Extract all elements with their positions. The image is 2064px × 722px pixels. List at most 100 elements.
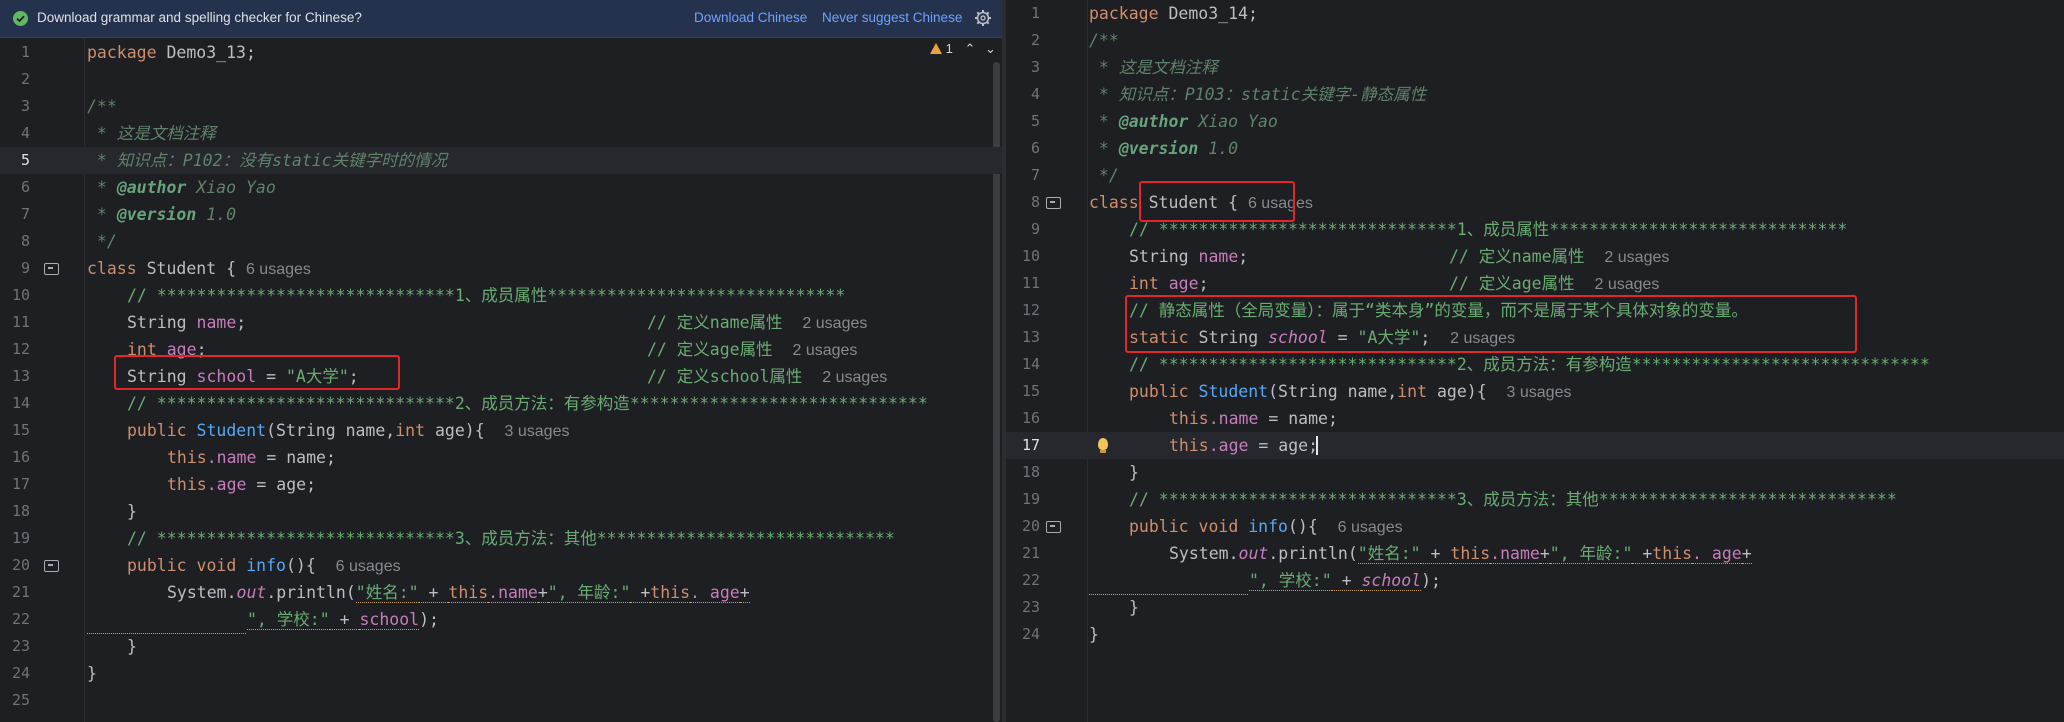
this-keyword: this <box>1652 544 1693 564</box>
usages-hint[interactable]: 2 usages <box>822 369 887 386</box>
section-comment: // ******************************1、成员属性*… <box>1129 220 1848 239</box>
field-name: .age <box>1208 436 1249 455</box>
usages-hint[interactable]: 6 usages <box>336 558 401 575</box>
usages-hint[interactable]: 6 usages <box>246 261 311 278</box>
line-number: 5 <box>20 151 30 169</box>
code-line: 23 } <box>0 633 1002 660</box>
version-number: 1.0 <box>1198 139 1239 158</box>
close-brace: } <box>1129 463 1139 482</box>
static-field-name: school <box>1268 328 1328 347</box>
line-number: 10 <box>1021 247 1040 265</box>
line-comment: // 定义name属性 <box>1449 247 1585 266</box>
usages-hint[interactable]: 6 usages <box>1338 519 1403 536</box>
static-field-name: school <box>1361 571 1422 591</box>
usages-hint[interactable]: 3 usages <box>505 423 570 440</box>
usages-hint[interactable]: 2 usages <box>802 315 867 332</box>
params: (String name, <box>266 421 396 440</box>
semicolon: ; <box>348 367 359 386</box>
code-line: 9 class Student { 6 usages <box>0 255 1002 282</box>
code-line: 21 System.out.println("姓名:" + this.name+… <box>1006 540 2064 567</box>
package-keyword: package <box>1089 4 1159 23</box>
line-number: 22 <box>1021 571 1040 589</box>
doc-prefix: * <box>87 178 117 197</box>
line-number: 16 <box>1021 409 1040 427</box>
lightbulb-icon[interactable] <box>1098 438 1108 453</box>
line-number: 2 <box>20 70 30 88</box>
section-comment: // ******************************2、成员方法：… <box>1129 355 1930 374</box>
this-keyword: this <box>448 583 489 603</box>
notification-message: Download grammar and spelling checker fo… <box>37 10 362 25</box>
class-name: Student { <box>1138 193 1248 212</box>
line-number: 3 <box>20 97 30 115</box>
close-brace: } <box>1089 625 1099 644</box>
usages-hint[interactable]: 2 usages <box>1450 330 1515 347</box>
code-line: 4 * 这是文档注释 <box>0 120 1002 147</box>
type-name: String <box>1129 247 1199 266</box>
params: age){ <box>1427 382 1487 401</box>
line-number: 15 <box>1021 382 1040 400</box>
gear-icon[interactable] <box>974 9 992 27</box>
usages-hint[interactable]: 2 usages <box>792 342 857 359</box>
implementation-gutter-icon[interactable] <box>1046 197 1061 209</box>
assignment: = name; <box>256 448 336 467</box>
code-line: 13 static String school = "A大学"; 2 usage… <box>1006 324 2064 351</box>
close-brace: } <box>127 637 137 656</box>
assignment: = age; <box>246 475 317 494</box>
operator: + <box>739 583 750 603</box>
implementation-gutter-icon[interactable] <box>44 263 59 275</box>
operator: + <box>1331 571 1362 591</box>
code-line: 22 ", 学校:" + school); <box>0 606 1002 634</box>
string-literal: "A大学" <box>285 367 349 386</box>
void-keyword: void <box>1198 517 1249 536</box>
line-number: 11 <box>1021 274 1040 292</box>
never-suggest-link[interactable]: Never suggest Chinese <box>822 10 962 25</box>
field-name: age <box>156 340 197 359</box>
doc-comment: * 这是文档注释 <box>1089 58 1218 77</box>
field-name: .name <box>488 583 538 603</box>
usages-hint[interactable]: 2 usages <box>1604 249 1669 266</box>
code-line: 2 /** <box>1006 27 2064 54</box>
close-brace: } <box>1129 598 1139 617</box>
code-line: 17 this.age = age; <box>0 471 1002 498</box>
parens: (){ <box>285 556 316 575</box>
line-number: 4 <box>1030 85 1040 103</box>
usages-hint[interactable]: 2 usages <box>1594 276 1659 293</box>
code-line: 21 System.out.println("姓名:" + this.name+… <box>0 579 1002 606</box>
implementation-gutter-icon[interactable] <box>44 560 59 572</box>
line-number: 12 <box>11 340 30 358</box>
package-name: Demo3_13; <box>156 43 256 62</box>
code-line: 25 <box>0 687 1002 714</box>
line-number: 6 <box>20 178 30 196</box>
this-keyword: this <box>650 583 691 603</box>
operator: + <box>630 583 651 603</box>
section-comment: // ******************************3、成员方法：… <box>1129 490 1897 509</box>
operator: + <box>1420 544 1451 564</box>
line-number: 23 <box>1021 598 1040 616</box>
code-line: 18 } <box>1006 459 2064 486</box>
field-name: .age <box>206 475 247 494</box>
section-comment: // ******************************2、成员方法：… <box>127 394 928 413</box>
right-editor-pane[interactable]: 1 package Demo3_14; 2 /** 3 * 这是文档注释 4 *… <box>1006 0 2064 722</box>
field-name: .name <box>1490 544 1540 564</box>
close-brace: } <box>87 664 97 683</box>
method-name: info <box>1248 517 1288 536</box>
line-number: 5 <box>1030 112 1040 130</box>
doc-comment: /** <box>1089 31 1119 50</box>
string-literal: ", 学校:" <box>1249 571 1332 591</box>
field-name: school <box>359 610 420 630</box>
download-chinese-link[interactable]: Download Chinese <box>694 10 807 25</box>
implementation-gutter-icon[interactable] <box>1046 521 1061 533</box>
usages-hint[interactable]: 3 usages <box>1507 384 1572 401</box>
code-line: 10 // ******************************1、成员… <box>0 282 1002 309</box>
left-editor-pane[interactable]: Download grammar and spelling checker fo… <box>0 0 1002 722</box>
type-name: String <box>1198 328 1269 347</box>
field-name: school <box>196 367 257 386</box>
assignment: = age; <box>1248 436 1319 455</box>
string-literal: "姓名:" <box>355 583 419 603</box>
static-field: out <box>1238 544 1269 563</box>
operator: = <box>256 367 286 386</box>
line-number: 18 <box>1021 463 1040 481</box>
line-number: 23 <box>11 637 30 655</box>
type-name: String <box>127 313 197 332</box>
usages-hint[interactable]: 6 usages <box>1248 195 1313 212</box>
